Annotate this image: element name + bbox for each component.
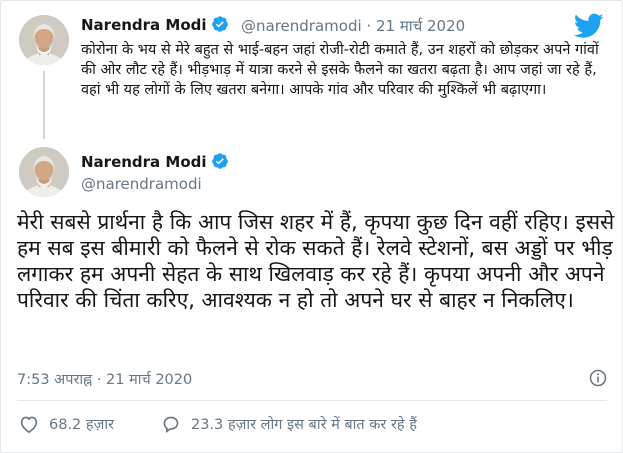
tweet-card: Narendra Modi @narendramodi · 21 मार्च 2… — [0, 0, 623, 453]
author-name-text[interactable]: Narendra Modi — [81, 16, 207, 34]
verified-badge-icon — [211, 153, 228, 169]
tweet-time[interactable]: 7:53 अपराह्न — [17, 372, 92, 388]
quoted-author-name[interactable]: Narendra Modi — [81, 15, 229, 34]
tweet-timestamp[interactable]: 7:53 अपराह्न · 21 मार्च 2020 — [17, 369, 192, 389]
author-name-text[interactable]: Narendra Modi — [81, 153, 207, 171]
quoted-date[interactable]: 21 मार्च 2020 — [376, 17, 465, 35]
thread-connector-line — [43, 71, 45, 139]
handle[interactable]: @narendramodi — [241, 17, 362, 35]
quoted-tweet-text: कोरोना के भय से मेरे बहुत से भाई-बहन जहा… — [81, 42, 599, 98]
separator: · — [96, 372, 102, 388]
avatar[interactable] — [19, 15, 69, 65]
info-icon[interactable] — [589, 369, 607, 387]
main-tweet-text: मेरी सबसे प्रार्थना है कि आप जिस शहर में… — [17, 210, 615, 312]
comment-icon[interactable] — [161, 415, 181, 433]
main-handle[interactable]: @narendramodi — [81, 175, 202, 193]
divider — [17, 400, 607, 401]
like-action[interactable]: 68.2 हज़ार — [19, 414, 114, 434]
main-author-name[interactable]: Narendra Modi — [81, 152, 229, 171]
verified-badge-icon — [211, 16, 228, 32]
tweet-date[interactable]: 21 मार्च 2020 — [106, 372, 192, 388]
heart-icon[interactable] — [19, 415, 39, 433]
quoted-handle-meta: @narendramodi · 21 मार्च 2020 — [241, 16, 465, 36]
conversation-count: 23.3 हज़ार लोग इस बारे में बात कर रहे है… — [191, 417, 417, 433]
conversation-action[interactable]: 23.3 हज़ार लोग इस बारे में बात कर रहे है… — [161, 414, 417, 434]
avatar[interactable] — [19, 147, 69, 197]
separator: · — [366, 17, 372, 35]
twitter-bird-icon[interactable] — [574, 13, 604, 39]
like-count: 68.2 हज़ार — [49, 417, 115, 433]
